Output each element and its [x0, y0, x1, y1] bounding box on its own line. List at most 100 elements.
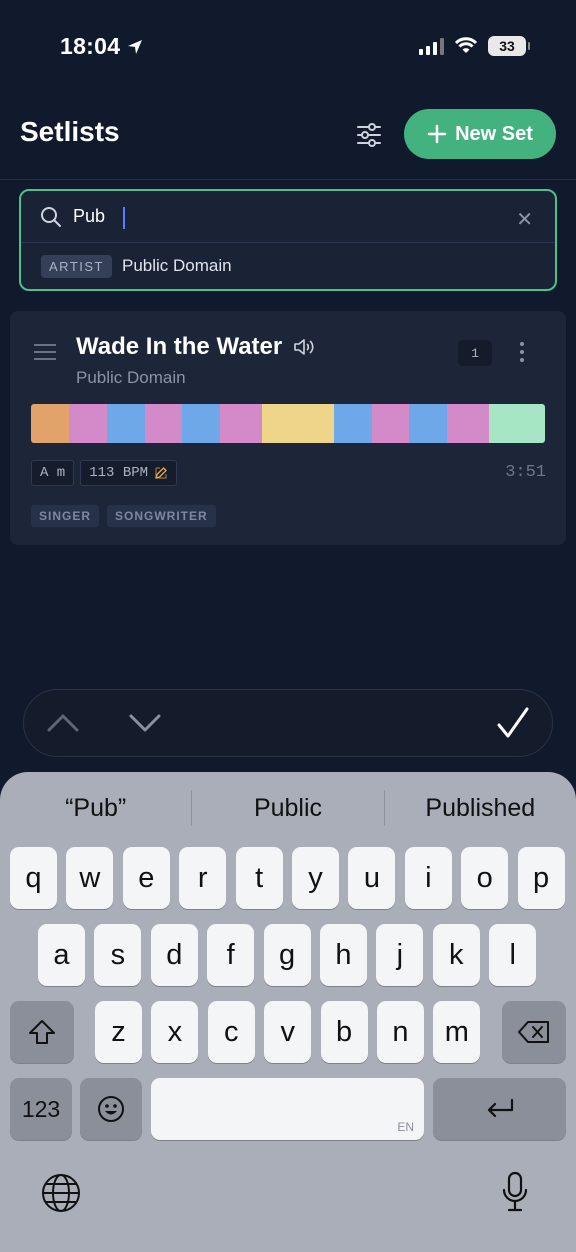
key-n[interactable]: n	[377, 1001, 424, 1063]
key-q[interactable]: q	[10, 847, 57, 909]
search-row: ✕	[21, 191, 555, 243]
song-section-segment	[106, 404, 145, 443]
status-icons: 33	[419, 36, 530, 56]
key-j[interactable]: j	[376, 924, 424, 986]
suggestion-type-tag: ARTIST	[41, 254, 112, 278]
emoji-icon	[98, 1096, 124, 1122]
key-l[interactable]: l	[489, 924, 537, 986]
clear-search-icon[interactable]: ✕	[516, 207, 533, 232]
search-suggestion[interactable]: ARTIST Public Domain	[21, 243, 555, 289]
key-row-2: asdfghjkl	[0, 924, 576, 986]
numbers-key[interactable]: 123	[10, 1078, 72, 1140]
key-v[interactable]: v	[264, 1001, 312, 1063]
song-section-segment	[489, 404, 545, 443]
bpm-chip[interactable]: 113 BPM	[80, 460, 178, 486]
keyboard-accessory-bar	[23, 689, 553, 757]
shift-arrow-icon	[29, 1020, 55, 1044]
battery-icon: 33	[488, 36, 530, 56]
status-bar: 18:04 33	[0, 0, 576, 92]
key-row-3: zxcvbnm	[0, 1001, 576, 1063]
key-c[interactable]: c	[207, 1001, 255, 1063]
battery-level: 33	[499, 38, 515, 54]
prediction-2[interactable]: Public	[192, 786, 383, 830]
key-z[interactable]: z	[95, 1001, 142, 1063]
key-u[interactable]: u	[348, 847, 396, 909]
key-p[interactable]: p	[517, 847, 565, 909]
key-g[interactable]: g	[263, 924, 311, 986]
new-set-label: New Set	[455, 122, 533, 145]
status-time: 18:04	[60, 33, 144, 60]
search-input[interactable]	[73, 206, 473, 227]
role-tags: SINGER SONGWRITER	[31, 505, 216, 527]
song-section-segment	[31, 404, 69, 443]
key-y[interactable]: y	[292, 847, 339, 909]
location-arrow-icon	[128, 39, 143, 54]
more-options-icon[interactable]	[518, 342, 526, 366]
text-cursor	[123, 207, 125, 229]
key-chip: A m	[31, 460, 75, 486]
key-h[interactable]: h	[320, 924, 367, 986]
song-section-segment	[333, 404, 372, 443]
song-card[interactable]: Wade In the Water Public Domain 1 A m 11…	[10, 311, 566, 545]
keyboard-language-label: EN	[397, 1120, 414, 1134]
search-panel: ✕ ARTIST Public Domain	[19, 189, 557, 291]
plus-icon	[427, 124, 447, 144]
song-section-segment	[447, 404, 490, 443]
song-artist: Public Domain	[76, 368, 186, 387]
page-title: Setlists	[20, 116, 120, 147]
key-s[interactable]: s	[94, 924, 142, 986]
chevron-down-icon[interactable]	[128, 710, 162, 736]
space-key[interactable]: EN	[151, 1078, 424, 1140]
song-section-segment	[144, 404, 183, 443]
suggestion-text: Public Domain	[122, 256, 232, 275]
filter-sliders-icon[interactable]	[354, 120, 384, 150]
key-m[interactable]: m	[433, 1001, 481, 1063]
prediction-1[interactable]: “Pub”	[0, 786, 191, 830]
role-tag: SINGER	[31, 505, 100, 527]
setlist-count-badge: 1	[458, 340, 492, 366]
search-icon	[41, 206, 61, 227]
key-o[interactable]: o	[461, 847, 509, 909]
song-structure-bar	[31, 404, 545, 443]
key-b[interactable]: b	[320, 1001, 368, 1063]
key-e[interactable]: e	[122, 847, 170, 909]
key-x[interactable]: x	[151, 1001, 199, 1063]
key-f[interactable]: f	[207, 924, 255, 986]
new-set-button[interactable]: New Set	[404, 109, 556, 159]
key-t[interactable]: t	[235, 847, 283, 909]
cellular-signal-icon	[419, 37, 444, 55]
backspace-icon	[518, 1021, 549, 1043]
prediction-3[interactable]: Published	[385, 786, 576, 830]
speaker-icon[interactable]	[292, 336, 316, 358]
predictive-bar: “Pub” Public Published	[0, 786, 576, 830]
key-row-4: 123 EN	[0, 1078, 576, 1140]
role-tag: SONGWRITER	[107, 505, 216, 527]
drag-handle-icon[interactable]	[34, 344, 56, 365]
checkmark-done-icon[interactable]	[496, 705, 530, 741]
song-title-text: Wade In the Water	[76, 333, 283, 360]
song-title: Wade In the Water	[76, 333, 316, 361]
shift-key[interactable]	[10, 1001, 74, 1063]
app-header: Setlists New Set	[0, 100, 576, 180]
status-time-text: 18:04	[60, 33, 121, 59]
song-section-segment	[220, 404, 263, 443]
globe-icon[interactable]	[40, 1172, 82, 1214]
wifi-icon	[454, 37, 478, 53]
ios-keyboard: “Pub” Public Published qwertyuiop asdfgh…	[0, 772, 576, 1252]
key-d[interactable]: d	[150, 924, 198, 986]
backspace-key[interactable]	[502, 1001, 566, 1063]
chevron-up-icon[interactable]	[46, 710, 80, 736]
key-a[interactable]: a	[38, 924, 85, 986]
return-key[interactable]	[433, 1078, 566, 1140]
key-i[interactable]: i	[404, 847, 452, 909]
microphone-icon[interactable]	[500, 1170, 530, 1214]
return-arrow-icon	[487, 1098, 513, 1118]
key-k[interactable]: k	[432, 924, 480, 986]
key-r[interactable]: r	[179, 847, 227, 909]
emoji-key[interactable]	[80, 1078, 142, 1140]
song-section-segment	[68, 404, 107, 443]
song-duration: 3:51	[505, 463, 546, 482]
key-w[interactable]: w	[66, 847, 114, 909]
song-section-segment	[409, 404, 448, 443]
edit-pencil-icon	[155, 467, 167, 479]
